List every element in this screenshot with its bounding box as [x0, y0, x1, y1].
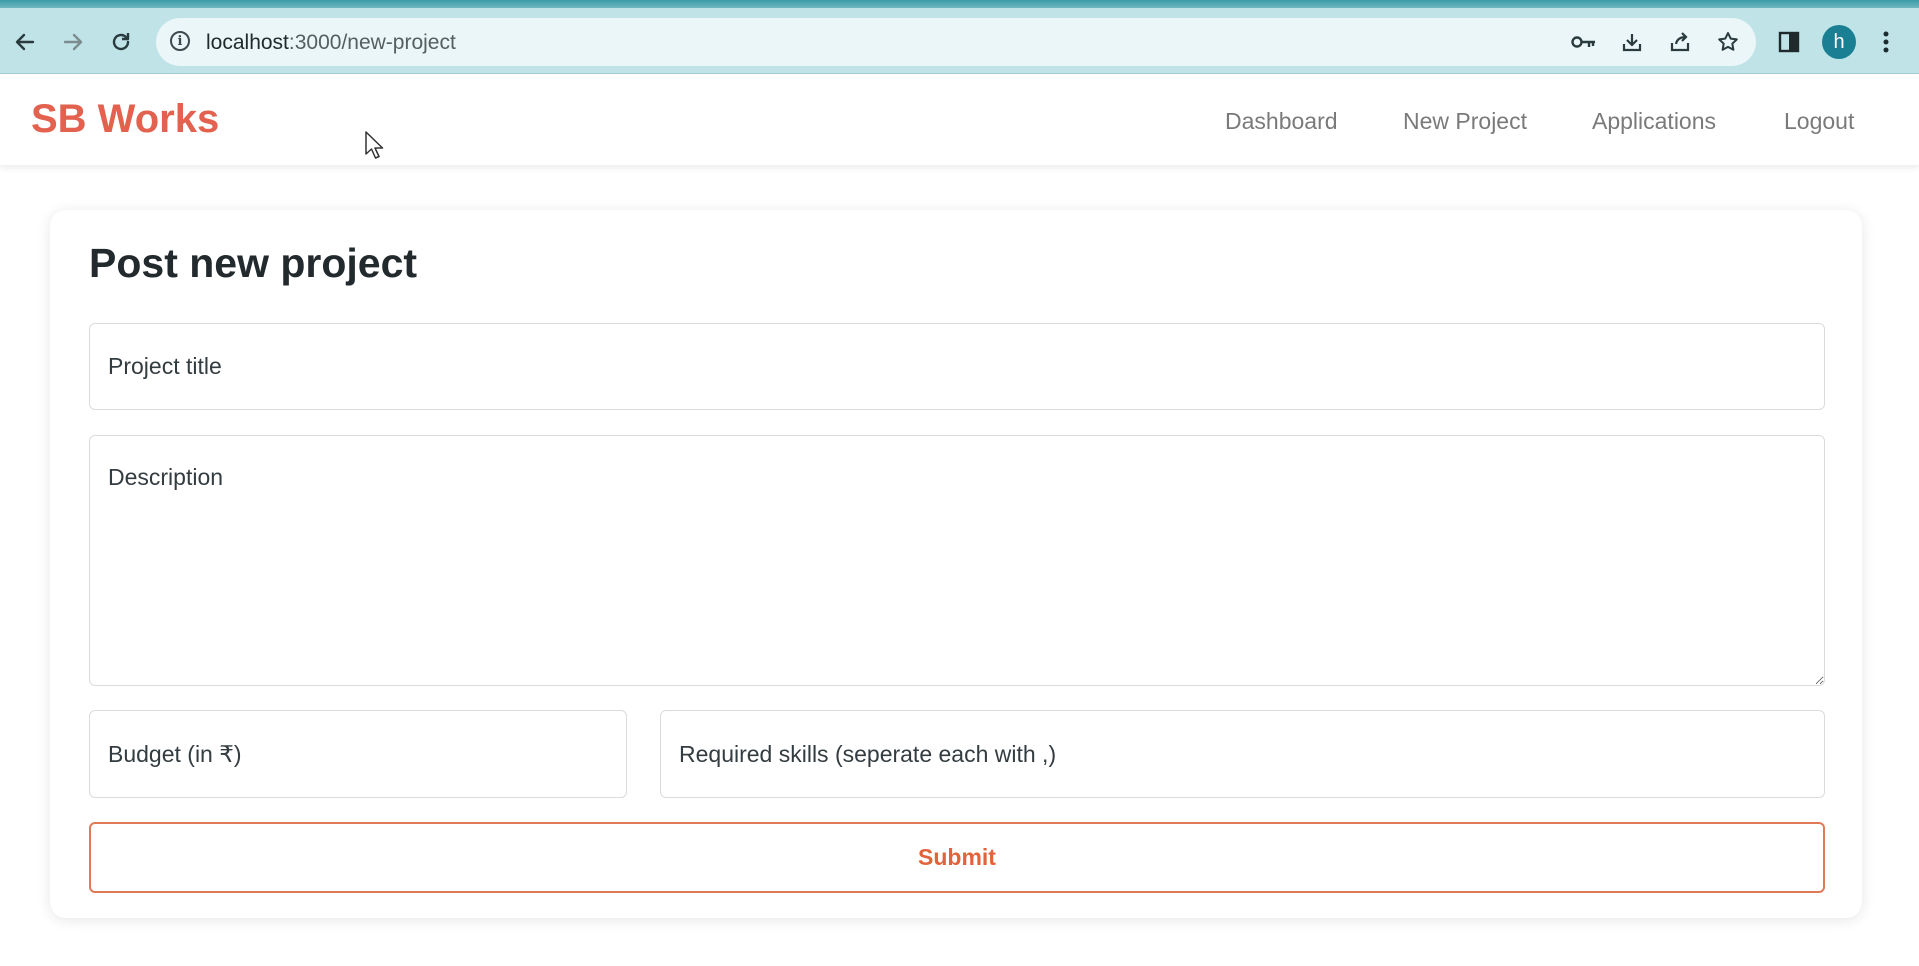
nav-link-dashboard[interactable]: Dashboard	[1225, 108, 1338, 135]
side-panel-icon[interactable]	[1773, 24, 1805, 60]
site-info-icon[interactable]: i	[170, 31, 190, 51]
description-textarea[interactable]	[89, 435, 1825, 686]
bookmark-star-icon[interactable]	[1712, 28, 1744, 56]
page-title: Post new project	[89, 240, 418, 286]
nav-link-applications[interactable]: Applications	[1592, 108, 1716, 135]
required-skills-input[interactable]	[660, 710, 1825, 798]
submit-button[interactable]: Submit	[89, 822, 1825, 893]
key-icon[interactable]	[1568, 28, 1600, 56]
back-icon[interactable]	[5, 22, 45, 62]
url-host: localhost	[206, 31, 289, 54]
address-bar[interactable]: i localhost:3000/new-project	[156, 18, 1756, 66]
brand-logo[interactable]: SB Works	[31, 97, 219, 142]
app-navbar: SB Works Dashboard New Project Applicati…	[0, 75, 1919, 165]
mouse-cursor-icon	[365, 131, 384, 159]
url-path: :3000/new-project	[288, 31, 456, 54]
forward-icon[interactable]	[53, 22, 93, 62]
nav-link-new-project[interactable]: New Project	[1403, 108, 1527, 135]
more-options-icon[interactable]	[1870, 24, 1902, 60]
project-title-input[interactable]	[89, 323, 1825, 410]
new-project-card: Post new project Submit	[50, 210, 1862, 918]
share-icon[interactable]	[1664, 28, 1696, 56]
nav-link-logout[interactable]: Logout	[1784, 108, 1854, 135]
budget-input[interactable]	[89, 710, 627, 798]
url-text[interactable]: localhost:3000/new-project	[206, 31, 456, 55]
reload-icon[interactable]	[101, 22, 141, 62]
profile-avatar[interactable]: h	[1822, 25, 1856, 59]
tab-strip	[0, 0, 1919, 8]
browser-toolbar: i localhost:3000/new-project h	[0, 0, 1919, 74]
install-icon[interactable]	[1616, 28, 1648, 56]
